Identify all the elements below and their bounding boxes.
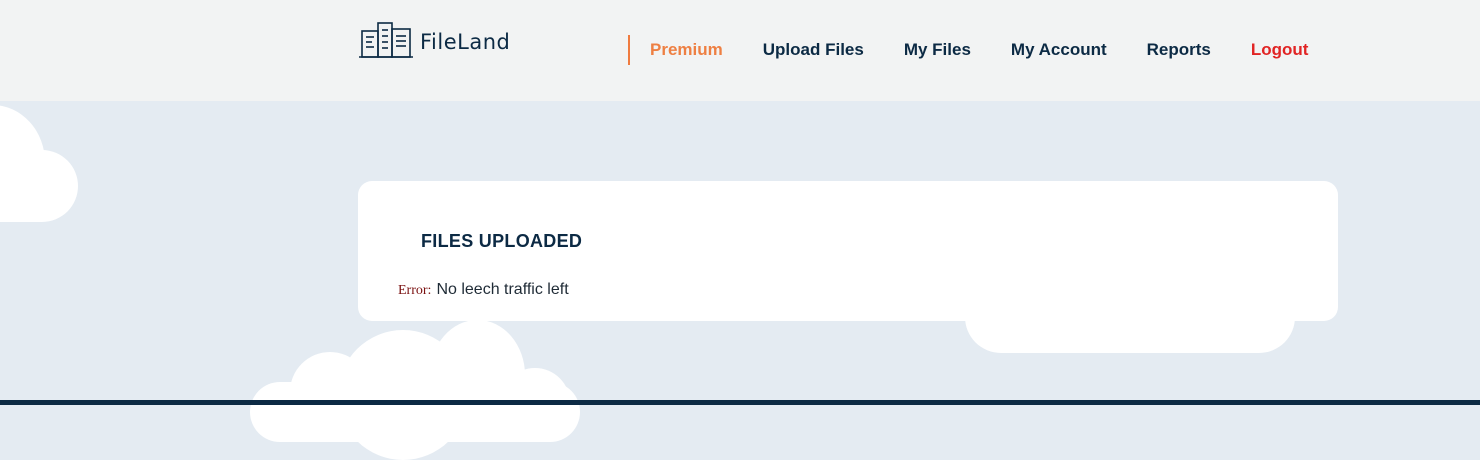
footer-bar bbox=[0, 400, 1480, 405]
nav-my-files-link[interactable]: My Files bbox=[904, 40, 971, 60]
nav-premium-link[interactable]: Premium bbox=[650, 40, 723, 60]
server-buildings-icon bbox=[359, 22, 413, 58]
card-title: FILES UPLOADED bbox=[421, 231, 583, 251]
logo[interactable]: FileLand bbox=[358, 16, 510, 60]
files-uploaded-card: FILES UPLOADED Error: No leech traffic l… bbox=[358, 181, 1338, 321]
nav-my-account-link[interactable]: My Account bbox=[1011, 40, 1107, 60]
brand-name: FileLand bbox=[420, 30, 511, 54]
nav-upload-files-link[interactable]: Upload Files bbox=[763, 40, 864, 60]
nav-divider bbox=[628, 35, 630, 65]
error-row: Error: No leech traffic left bbox=[398, 281, 569, 299]
site-header: FileLand Premium Upload Files My Files M… bbox=[0, 0, 1480, 101]
error-label: Error: bbox=[398, 283, 432, 298]
main-nav: Premium Upload Files My Files My Account… bbox=[628, 35, 1308, 65]
nav-reports-link[interactable]: Reports bbox=[1147, 40, 1211, 60]
error-message: No leech traffic left bbox=[436, 281, 569, 298]
nav-logout-link[interactable]: Logout bbox=[1251, 40, 1309, 60]
